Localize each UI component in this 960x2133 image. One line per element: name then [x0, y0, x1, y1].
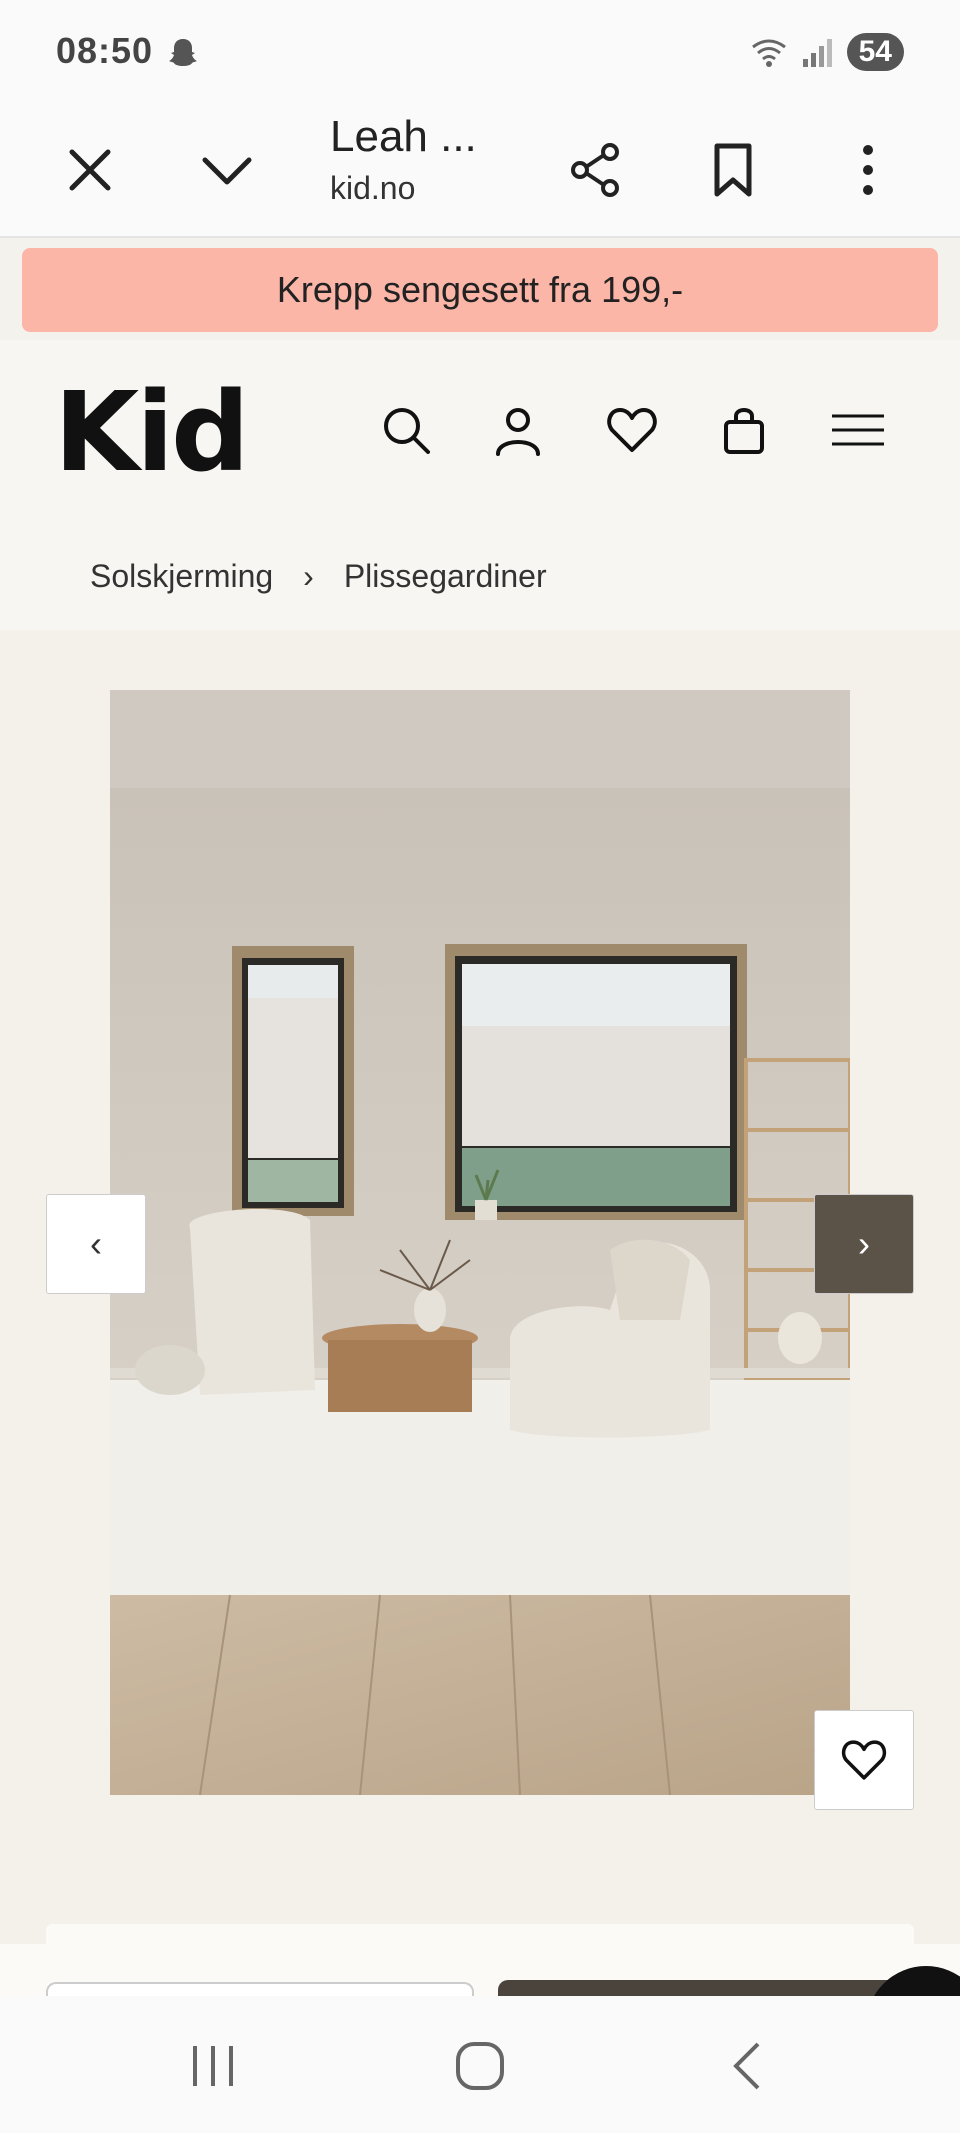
heart-icon[interactable]	[604, 402, 660, 458]
bag-icon[interactable]	[716, 402, 772, 458]
menu-icon[interactable]	[830, 402, 886, 458]
android-nav-bar	[0, 1996, 960, 2133]
wifi-icon	[751, 39, 786, 67]
browser-toolbar: Leah ... kid.no	[0, 100, 960, 238]
product-info-card-edge	[46, 1924, 914, 1946]
breadcrumb-item[interactable]: Plissegardiner	[344, 558, 547, 595]
site-logo[interactable]: Kid	[54, 368, 250, 496]
add-to-wishlist-button[interactable]	[814, 1710, 914, 1810]
product-image[interactable]	[110, 690, 850, 1795]
home-icon[interactable]	[450, 2036, 510, 2096]
more-vert-icon[interactable]	[838, 140, 898, 200]
gallery-next-button[interactable]: ›	[814, 1194, 914, 1294]
site-header: Kid Solskjerming › Plissegardiner	[0, 340, 960, 630]
recents-icon[interactable]	[183, 2036, 243, 2096]
search-icon[interactable]	[378, 402, 434, 458]
chevron-left-icon: ‹	[90, 1223, 102, 1264]
snapchat-icon	[169, 39, 197, 66]
status-time: 08:50	[56, 30, 154, 71]
chevron-down-icon[interactable]	[197, 140, 257, 200]
heart-icon	[841, 1740, 887, 1780]
promo-text: Krepp sengesett fra 199,-	[276, 269, 684, 310]
chevron-right-icon: ›	[303, 558, 314, 594]
tab-title[interactable]: Leah ...	[330, 112, 477, 162]
breadcrumb: Solskjerming › Plissegardiner	[90, 558, 547, 595]
chevron-right-icon: ›	[858, 1223, 870, 1264]
share-icon[interactable]	[566, 140, 626, 200]
user-icon[interactable]	[490, 402, 546, 458]
product-gallery: ‹ ›	[0, 630, 960, 1950]
signal-icon	[802, 39, 832, 67]
back-icon[interactable]	[720, 2036, 780, 2096]
status-indicators: 54	[749, 32, 904, 72]
close-icon[interactable]	[60, 140, 120, 200]
promo-banner[interactable]: Krepp sengesett fra 199,-	[22, 248, 938, 332]
gallery-prev-button[interactable]: ‹	[46, 1194, 146, 1294]
battery-badge: 54	[846, 33, 904, 71]
breadcrumb-item[interactable]: Solskjerming	[90, 558, 273, 595]
bookmark-icon[interactable]	[703, 140, 763, 200]
status-bar: 08:50 54	[0, 0, 960, 100]
tab-url[interactable]: kid.no	[330, 170, 415, 207]
